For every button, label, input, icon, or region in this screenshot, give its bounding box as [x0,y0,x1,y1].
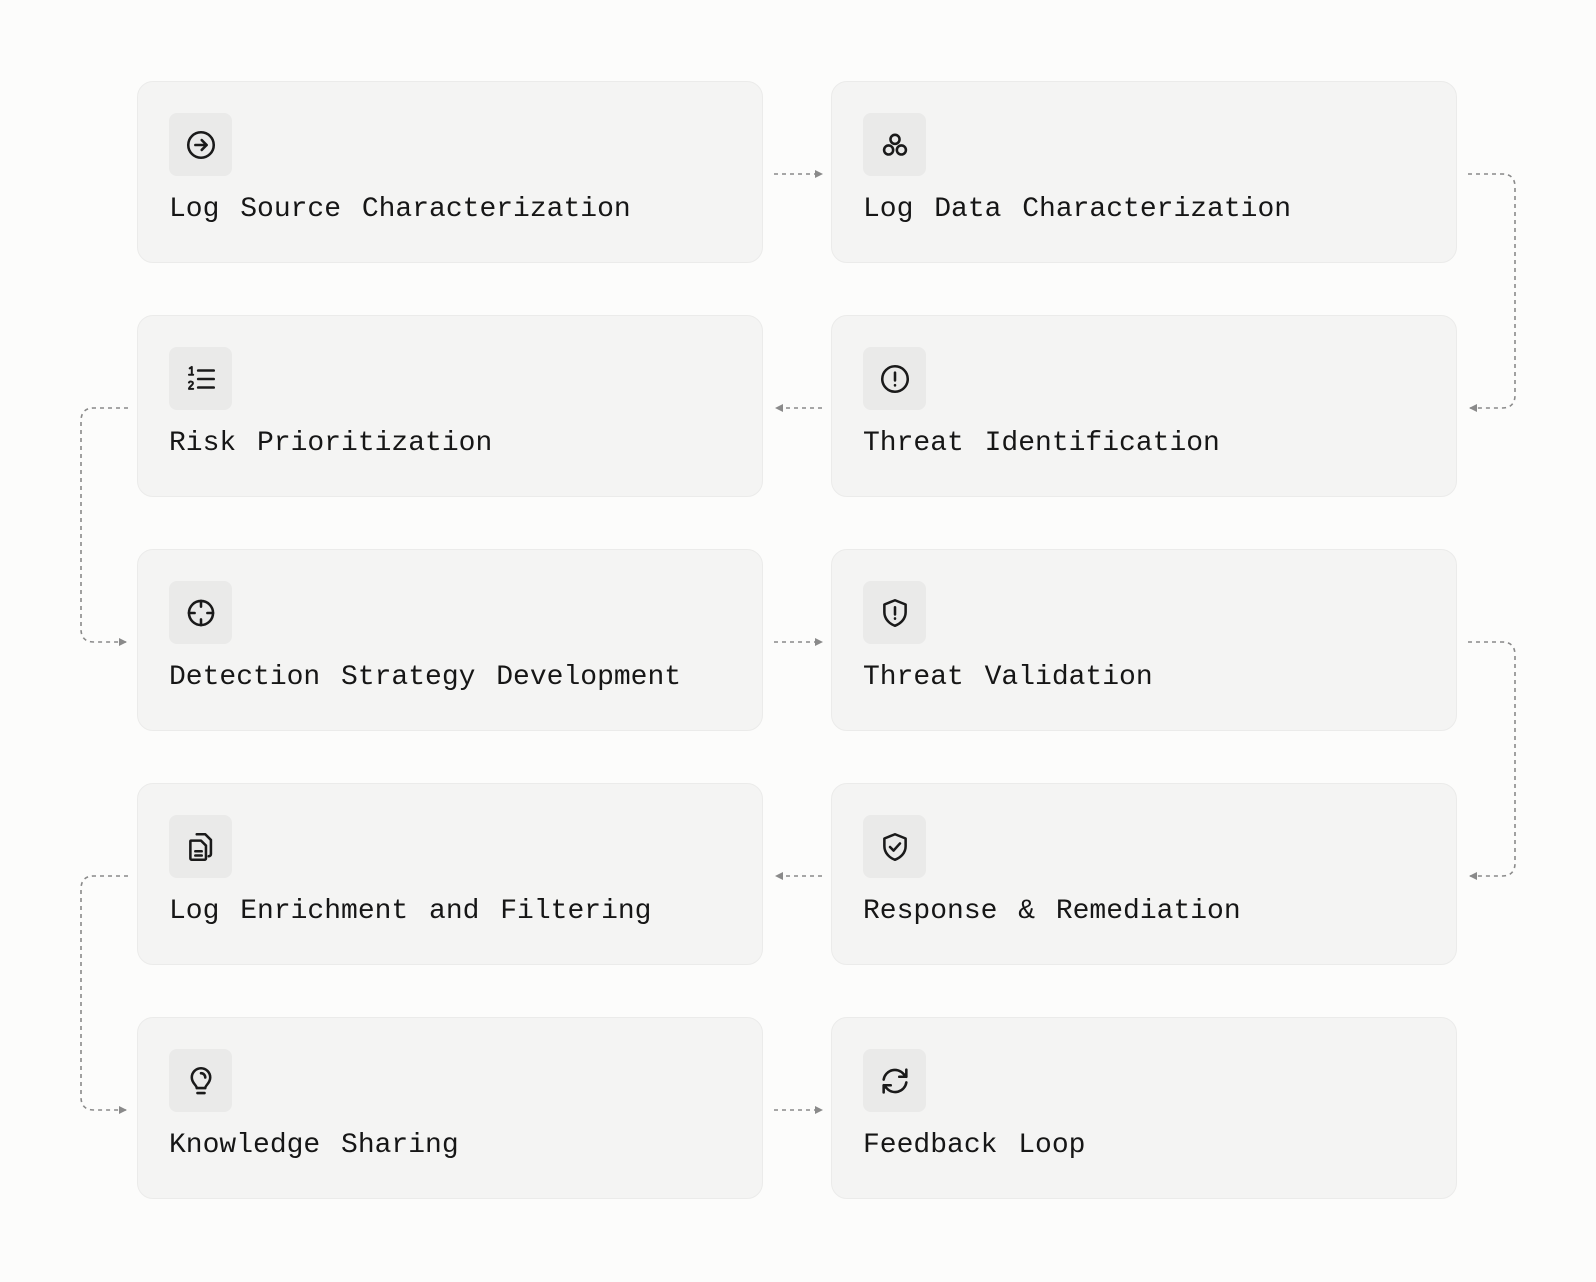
alert-circle-icon [863,347,926,410]
connector-2-3 [1468,173,1516,412]
step-card-log-source-characterization: Log Source Characterization [137,81,763,263]
refresh-icon [863,1049,926,1112]
step-card-threat-identification: Threat Identification [831,315,1457,497]
connector-6-7 [1468,641,1516,880]
step-card-risk-prioritization: Risk Prioritization [137,315,763,497]
step-label: Knowledge Sharing [169,1130,459,1161]
connector-4-5 [80,407,128,646]
step-card-feedback-loop: Feedback Loop [831,1017,1457,1199]
step-label: Response & Remediation [863,896,1241,927]
step-label: Threat Identification [863,428,1220,459]
crosshair-icon [169,581,232,644]
step-label: Log Source Characterization [169,194,631,225]
step-label: Risk Prioritization [169,428,493,459]
step-card-log-enrichment-and-filtering: Log Enrichment and Filtering [137,783,763,965]
step-card-knowledge-sharing: Knowledge Sharing [137,1017,763,1199]
connector-8-9 [80,875,128,1114]
step-card-detection-strategy-development: Detection Strategy Development [137,549,763,731]
numbered-list-icon [169,347,232,410]
step-card-response-remediation: Response & Remediation [831,783,1457,965]
step-label: Threat Validation [863,662,1153,693]
step-label: Feedback Loop [863,1130,1086,1161]
circles-cluster-icon [863,113,926,176]
shield-check-icon [863,815,926,878]
shield-alert-icon [863,581,926,644]
step-label: Detection Strategy Development [169,662,682,693]
lightbulb-icon [169,1049,232,1112]
step-label: Log Enrichment and Filtering [169,896,652,927]
step-label: Log Data Characterization [863,194,1292,225]
step-card-log-data-characterization: Log Data Characterization [831,81,1457,263]
step-card-threat-validation: Threat Validation [831,549,1457,731]
files-icon [169,815,232,878]
circle-arrow-right-icon [169,113,232,176]
